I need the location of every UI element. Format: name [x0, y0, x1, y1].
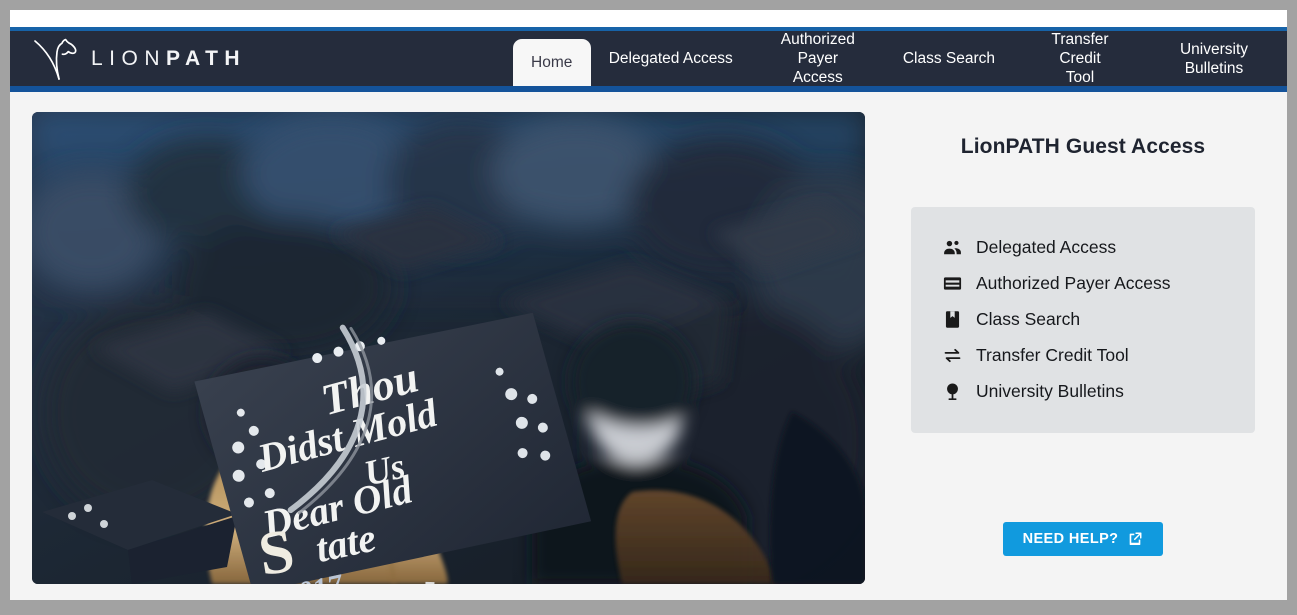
nav-tab-authorized-payer-access[interactable]: Authorized Payer Access — [751, 31, 885, 86]
link-label: Delegated Access — [976, 237, 1117, 257]
site-header: LIONPATH Home Delegated Access Authorize… — [10, 31, 1287, 86]
link-authorized-payer-access[interactable]: Authorized Payer Access — [911, 265, 1255, 301]
credit-card-icon — [941, 272, 963, 294]
people-icon — [941, 236, 963, 258]
help-button-area: NEED HELP? — [911, 522, 1255, 556]
top-white-strip — [10, 10, 1287, 27]
commencement-photo: Thou Didst Mold Us Dear Old tate 2017 S — [32, 112, 865, 584]
need-help-label: NEED HELP? — [1022, 531, 1119, 547]
main-navigation: Home Delegated Access Authorized Payer A… — [512, 31, 1287, 86]
link-label: Transfer Credit Tool — [976, 345, 1129, 365]
need-help-button[interactable]: NEED HELP? — [1002, 522, 1164, 556]
nav-tab-delegated-access[interactable]: Delegated Access — [591, 31, 751, 86]
nav-tab-home[interactable]: Home — [512, 39, 591, 86]
photo-column: Thou Didst Mold Us Dear Old tate 2017 S — [10, 112, 865, 600]
nav-tab-transfer-credit-tool[interactable]: Transfer Credit Tool — [1013, 31, 1147, 86]
nav-tab-class-search[interactable]: Class Search — [885, 31, 1013, 86]
exchange-arrows-icon — [941, 344, 963, 366]
brand-logo[interactable]: LIONPATH — [10, 31, 246, 86]
brand-wordmark: LIONPATH — [91, 48, 246, 69]
link-university-bulletins[interactable]: University Bulletins — [911, 373, 1255, 409]
link-label: Class Search — [976, 309, 1081, 329]
brand-lion-text: LION — [91, 47, 167, 70]
lion-shrine-logo-icon — [33, 37, 79, 81]
brand-path-text: PATH — [166, 47, 247, 70]
page-title: LionPATH Guest Access — [960, 135, 1206, 158]
link-class-search[interactable]: Class Search — [911, 301, 1255, 337]
guest-access-column: LionPATH Guest Access Delegated Access A… — [865, 112, 1287, 600]
external-link-icon — [1127, 531, 1143, 547]
link-delegated-access[interactable]: Delegated Access — [911, 229, 1255, 265]
link-label: University Bulletins — [976, 381, 1124, 401]
page-frame: LIONPATH Home Delegated Access Authorize… — [10, 10, 1287, 600]
book-icon — [941, 308, 963, 330]
nav-tab-university-bulletins[interactable]: University Bulletins — [1147, 31, 1281, 86]
link-transfer-credit-tool[interactable]: Transfer Credit Tool — [911, 337, 1255, 373]
link-label: Authorized Payer Access — [976, 273, 1171, 293]
guest-access-links-panel: Delegated Access Authorized Payer Access — [911, 207, 1255, 433]
page-content: Thou Didst Mold Us Dear Old tate 2017 S — [10, 92, 1287, 600]
tree-icon — [941, 380, 963, 402]
